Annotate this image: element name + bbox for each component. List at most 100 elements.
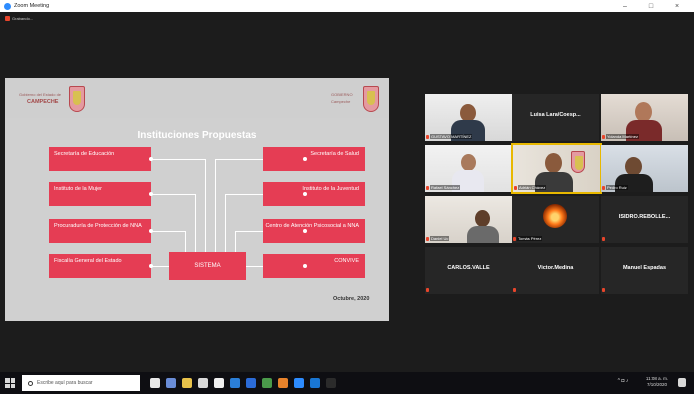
file-explorer-icon[interactable]: [182, 378, 192, 388]
apps-icon[interactable]: [214, 378, 224, 388]
mic-muted-icon: [602, 288, 605, 292]
clock-date: 7/10/2020: [646, 382, 668, 387]
box-procuraduria-nna: Procuraduría de Protección de NNA: [49, 219, 153, 243]
taskbar-clock[interactable]: 11:08 a. m. 7/10/2020: [640, 376, 674, 388]
participant-tile[interactable]: Rafael Sánchez: [425, 145, 512, 192]
participant-name: Rafael Sánchez: [430, 185, 461, 190]
zoom-app-icon: [4, 2, 11, 10]
participant-tile[interactable]: CARLOS.VALLE: [425, 247, 512, 294]
mic-muted-icon: [602, 237, 605, 241]
slide-header-band: [5, 78, 389, 118]
participant-head: [545, 153, 562, 173]
right-logo-line2: Campeche: [331, 99, 351, 104]
participant-head: [635, 102, 652, 122]
mic-muted-icon: [426, 288, 429, 292]
participant-tile[interactable]: Pedro Ruiz: [601, 145, 688, 192]
store-icon[interactable]: [198, 378, 208, 388]
slide-date: Octubre, 2020: [333, 296, 370, 302]
box-secretaria-salud: Secretaría de Salud: [263, 147, 365, 171]
taskbar-search-box[interactable]: Escribe aquí para buscar: [22, 375, 140, 391]
box-label: Instituto de la Juventud: [302, 186, 359, 192]
box-convive: CONVIVE: [263, 254, 365, 278]
left-logo-line1: Gobierno del Estado de: [19, 92, 62, 97]
minimize-button[interactable]: –: [615, 0, 635, 12]
connector-dot-icon: [149, 157, 153, 161]
meeting-area: Grabando... Gobierno del Estado de CAMPE…: [0, 12, 694, 372]
shared-screen-slide: Gobierno del Estado de CAMPECHE GOBIERNO…: [5, 78, 389, 321]
box-label: Centro de Atención Psicosocial a NNA: [265, 223, 359, 229]
mic-muted-icon: [426, 237, 429, 241]
participant-tile[interactable]: Manuel Espadas: [601, 247, 688, 294]
box-secretaria-educacion: Secretaría de Educación: [49, 147, 153, 171]
connector-line: [225, 194, 226, 260]
mic-muted-icon: [602, 135, 605, 139]
participant-torso: [467, 226, 499, 243]
record-icon: [5, 16, 10, 21]
participant-head: [475, 210, 490, 227]
recording-indicator[interactable]: Grabando...: [5, 16, 33, 21]
participant-name: Luisa Lara/Coesp...: [530, 112, 581, 118]
screen: Zoom Meeting – □ × Grabando... Gobierno …: [0, 0, 694, 394]
participant-tile[interactable]: Tomás Pérez: [512, 196, 599, 243]
connector-line: [205, 159, 206, 260]
participant-name: Pedro Ruiz: [606, 185, 628, 190]
box-label: Fiscalía General del Estado: [54, 258, 122, 264]
box-label: Procuraduría de Protección de NNA: [54, 223, 142, 229]
box-instituto-mujer: Instituto de la Mujer: [49, 182, 153, 206]
participant-tile[interactable]: GUSTAVO MARTÍNEZ: [425, 94, 512, 141]
zoom-icon[interactable]: [294, 378, 304, 388]
left-logo-line2: CAMPECHE: [27, 99, 59, 105]
box-instituto-juventud: Instituto de la Juventud: [263, 182, 365, 206]
box-centro-atencion-psicosocial: Centro de Atención Psicosocial a NNA: [263, 219, 365, 243]
maps-icon[interactable]: [262, 378, 272, 388]
slide-title: Instituciones Propuestas: [137, 130, 257, 141]
word-icon[interactable]: [310, 378, 320, 388]
participant-head: [461, 154, 476, 171]
window-titlebar[interactable]: Zoom Meeting – □ ×: [0, 0, 694, 12]
participant-name: Victor.Medina: [537, 265, 574, 271]
close-button[interactable]: ×: [667, 0, 687, 12]
box-label: Secretaría de Salud: [310, 151, 359, 157]
box-label: SISTEMA: [194, 263, 221, 269]
search-icon: [28, 380, 33, 386]
mic-muted-icon: [426, 186, 429, 190]
widgets-icon[interactable]: [166, 378, 176, 388]
right-crest-icon: [363, 86, 379, 112]
box-label: Instituto de la Mujer: [54, 186, 102, 192]
participant-name: Yolanda Martínez: [606, 134, 639, 139]
participant-name: Daniel Uc: [430, 236, 450, 241]
left-crest-icon: [69, 86, 85, 112]
participant-name: GUSTAVO MARTÍNEZ: [430, 134, 473, 139]
maximize-button[interactable]: □: [641, 0, 661, 12]
edge-icon[interactable]: [230, 378, 240, 388]
recording-label: Grabando...: [12, 16, 34, 21]
active-speaker-tile[interactable]: Adrián Chávez: [511, 143, 602, 194]
participant-name: Manuel Espadas: [622, 265, 667, 271]
mic-muted-icon: [602, 186, 605, 190]
connector-dot-icon: [303, 192, 307, 196]
system-tray-icons[interactable]: ^ ◘ ♪: [612, 378, 634, 386]
participant-tile[interactable]: ISIDRO.REBOLLE...: [601, 196, 688, 243]
participant-tile[interactable]: Yolanda Martínez: [601, 94, 688, 141]
crest-backdrop-icon: [571, 151, 585, 173]
connector-dot-icon: [303, 229, 307, 233]
right-logo-line1: GOBIERNO: [331, 92, 353, 97]
box-label: Secretaría de Educación: [54, 151, 115, 157]
notification-center-icon[interactable]: [678, 378, 686, 387]
connector-line: [215, 159, 216, 260]
task-view-icon[interactable]: [150, 378, 160, 388]
taskbar: Escribe aquí para buscar ^ ◘ ♪ 11:08 a. …: [0, 372, 694, 394]
mic-muted-icon: [513, 237, 516, 241]
connector-dot-icon: [149, 264, 153, 268]
windows-start-button[interactable]: [5, 378, 15, 388]
mail-icon[interactable]: [246, 378, 256, 388]
participant-tile[interactable]: Luisa Lara/Coesp...: [512, 94, 599, 141]
connector-dot-icon: [149, 229, 153, 233]
office-icon[interactable]: [278, 378, 288, 388]
participant-tile[interactable]: Victor.Medina: [512, 247, 599, 294]
participant-tile[interactable]: Daniel Uc: [425, 196, 512, 243]
participant-name: CARLOS.VALLE: [447, 265, 490, 271]
terminal-icon[interactable]: [326, 378, 336, 388]
mic-muted-icon: [513, 288, 516, 292]
box-sistema: SISTEMA: [169, 252, 246, 280]
